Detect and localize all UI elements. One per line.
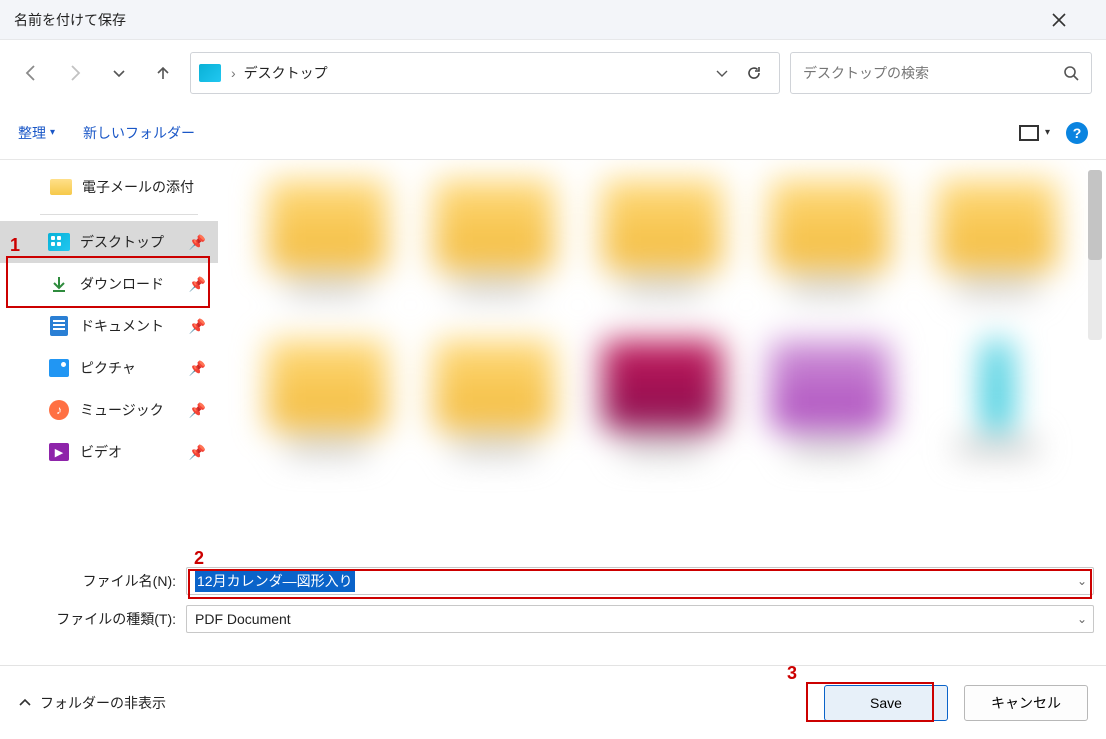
folder-icon xyxy=(50,179,72,195)
sidebar-item-music[interactable]: ♪ ミュージック 📌 xyxy=(0,389,218,431)
address-bar[interactable]: › デスクトップ xyxy=(190,52,780,94)
breadcrumb-separator-icon: › xyxy=(231,65,236,81)
pin-icon: 📌 xyxy=(189,360,206,377)
chevron-up-icon xyxy=(18,696,32,710)
sidebar-item-label: ピクチャ xyxy=(80,358,136,378)
download-icon xyxy=(48,275,70,293)
sidebar-item-pictures[interactable]: ピクチャ 📌 xyxy=(0,347,218,389)
hide-folders-toggle[interactable]: フォルダーの非表示 xyxy=(18,693,166,713)
pin-icon: 📌 xyxy=(189,276,206,293)
search-icon[interactable] xyxy=(1063,65,1079,81)
blurred-content xyxy=(218,160,1106,560)
divider xyxy=(40,214,198,215)
filename-dropdown-icon[interactable]: ⌄ xyxy=(1077,574,1087,588)
refresh-button[interactable] xyxy=(737,64,771,82)
view-mode-button[interactable]: ▾ xyxy=(1019,125,1050,141)
sidebar-item-label: ダウンロード xyxy=(80,274,164,294)
up-button[interactable] xyxy=(146,56,180,90)
sidebar-item-documents[interactable]: ドキュメント 📌 xyxy=(0,305,218,347)
help-button[interactable]: ? xyxy=(1066,122,1088,144)
forward-button[interactable] xyxy=(58,56,92,90)
view-icon xyxy=(1019,125,1039,141)
picture-icon xyxy=(49,359,69,377)
recent-dropdown[interactable] xyxy=(102,56,136,90)
pin-icon: 📌 xyxy=(189,444,206,461)
sidebar-item-label: デスクトップ xyxy=(80,232,164,252)
sidebar-item-videos[interactable]: ▶ ビデオ 📌 xyxy=(0,431,218,473)
sidebar: › 電子メールの添付 デスクトップ 📌 ダウンロード 📌 ドキュメント 📌 ピク… xyxy=(0,160,218,560)
sidebar-item-desktop[interactable]: デスクトップ 📌 xyxy=(0,221,218,263)
dialog-title: 名前を付けて保存 xyxy=(14,10,1052,30)
filetype-dropdown-icon[interactable]: ⌄ xyxy=(1077,612,1087,626)
filename-value[interactable]: 12月カレンダ―図形入り xyxy=(195,570,355,592)
addressbar-dropdown[interactable] xyxy=(707,66,737,80)
filetype-field[interactable]: PDF Document ⌄ xyxy=(186,605,1094,633)
back-button[interactable] xyxy=(14,56,48,90)
pin-icon: 📌 xyxy=(189,234,206,251)
chevron-down-icon: ▾ xyxy=(50,127,55,138)
pin-icon: 📌 xyxy=(189,402,206,419)
sidebar-item-label: 電子メールの添付 xyxy=(82,177,194,197)
search-input[interactable] xyxy=(803,65,1063,81)
desktop-icon xyxy=(48,233,70,251)
sidebar-item-label: ドキュメント xyxy=(80,316,164,336)
organize-menu[interactable]: 整理 ▾ xyxy=(18,123,55,143)
pin-icon: 📌 xyxy=(189,318,206,335)
filetype-label: ファイルの種類(T): xyxy=(12,609,186,629)
hide-folders-label: フォルダーの非表示 xyxy=(40,693,166,713)
filename-field[interactable]: 12月カレンダ―図形入り ⌄ xyxy=(186,567,1094,595)
sidebar-item-email-attach[interactable]: › 電子メールの添付 xyxy=(0,166,218,208)
sidebar-item-label: ミュージック xyxy=(80,400,164,420)
file-list-pane[interactable] xyxy=(218,160,1106,560)
content-scrollbar[interactable] xyxy=(1088,170,1102,340)
organize-label: 整理 xyxy=(18,123,46,143)
new-folder-button[interactable]: 新しいフォルダー xyxy=(83,123,195,143)
music-icon: ♪ xyxy=(49,400,69,420)
save-button[interactable]: Save xyxy=(824,685,948,721)
sidebar-item-label: ビデオ xyxy=(80,442,122,462)
search-box[interactable] xyxy=(790,52,1092,94)
filetype-value: PDF Document xyxy=(195,611,291,627)
breadcrumb-current[interactable]: デスクトップ xyxy=(244,63,328,83)
cancel-button[interactable]: キャンセル xyxy=(964,685,1088,721)
chevron-down-icon: ▾ xyxy=(1045,127,1050,138)
desktop-icon xyxy=(199,64,221,82)
sidebar-item-downloads[interactable]: ダウンロード 📌 xyxy=(0,263,218,305)
document-icon xyxy=(50,316,68,336)
close-button[interactable] xyxy=(1052,13,1092,27)
video-icon: ▶ xyxy=(49,443,69,461)
form-area: ファイル名(N): 12月カレンダ―図形入り ⌄ ファイルの種類(T): PDF… xyxy=(0,560,1106,638)
filename-label: ファイル名(N): xyxy=(12,571,186,591)
